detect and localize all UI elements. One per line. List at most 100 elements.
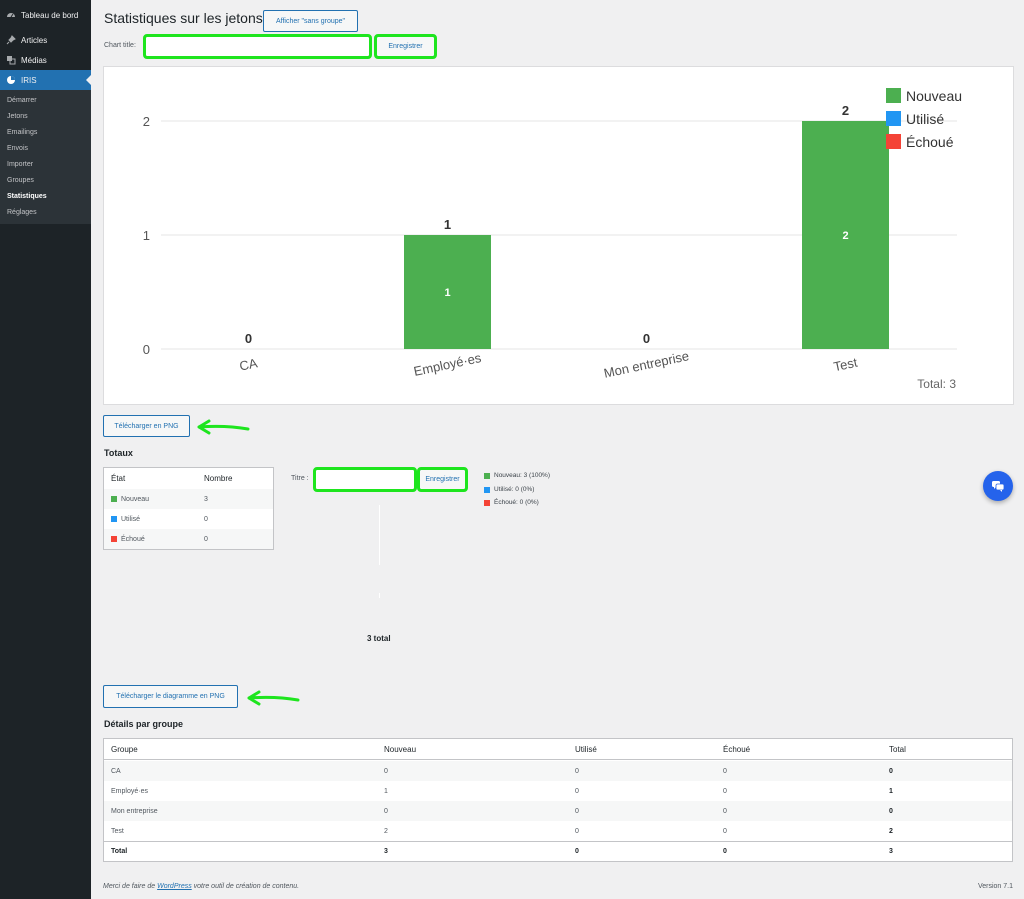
- submenu-item-jetons[interactable]: Jetons: [7, 113, 28, 120]
- col-utilise: Utilisé: [575, 744, 597, 754]
- cell: 1: [889, 787, 893, 795]
- row-count: 3: [204, 495, 208, 503]
- cell: 3: [889, 848, 893, 855]
- bar-inner-label: 2: [842, 230, 848, 242]
- chart-title-input[interactable]: [143, 34, 372, 59]
- bar-inner-label: 1: [444, 287, 450, 299]
- row-label: Échoué: [121, 535, 145, 543]
- bar-chart: 0 1 2 0 CA 1 1 Employé·es 0 Mon entreprise 2 2 Test N…: [143, 88, 962, 391]
- legend-label: Échoué: [906, 134, 954, 150]
- data-label: 0: [643, 331, 650, 346]
- submenu-item-emailings[interactable]: Emailings: [7, 129, 37, 136]
- table-row: Mon entreprise 0 0 0 0: [104, 801, 1012, 821]
- dashboard-icon: [6, 10, 16, 20]
- cell: Mon entreprise: [111, 807, 158, 815]
- table-row: Test 2 0 0 2: [104, 821, 1012, 841]
- donut-title-label: Titre :: [291, 475, 309, 482]
- menu-label: Médias: [21, 55, 47, 65]
- data-label: 2: [842, 103, 849, 118]
- cell: 3: [384, 848, 388, 855]
- show-ungrouped-button[interactable]: Afficher "sans groupe": [263, 10, 358, 32]
- table-row: Utilisé 0: [104, 509, 273, 529]
- row-count: 0: [204, 515, 208, 523]
- cell: 0: [723, 827, 727, 835]
- cell: Test: [111, 827, 124, 835]
- table-row: Employé·es 1 0 0 1: [104, 781, 1012, 801]
- donut-save-button[interactable]: Enregistrer: [417, 467, 468, 492]
- row-label: Utilisé: [121, 515, 141, 523]
- cell: CA: [111, 767, 121, 775]
- totaux-heading: Totaux: [104, 448, 133, 458]
- menu-label: Tableau de bord: [21, 10, 79, 20]
- cell: 0: [723, 787, 727, 795]
- submenu-item-reglages[interactable]: Réglages: [7, 209, 37, 216]
- legend-swatch: [886, 111, 901, 126]
- col-groupe: Groupe: [111, 744, 138, 754]
- swatch-utilise: [111, 516, 117, 522]
- y-tick-label: 2: [143, 114, 150, 129]
- cell: 0: [723, 848, 727, 855]
- cell: 0: [723, 767, 727, 775]
- download-png-button[interactable]: Télécharger en PNG: [103, 415, 190, 437]
- pie-chart-icon: [6, 75, 16, 85]
- submenu-item-demarrer[interactable]: Démarrer: [7, 97, 37, 104]
- chart-title-label: Chart title:: [104, 42, 136, 49]
- x-tick-label: Employé·es: [412, 350, 483, 379]
- wordpress-link[interactable]: WordPress: [157, 883, 192, 890]
- cell: Employé·es: [111, 787, 148, 795]
- chat-button[interactable]: [983, 471, 1013, 501]
- swatch-nouveau: [111, 496, 117, 502]
- row-count: 0: [204, 535, 208, 543]
- footer-thanks: Merci de faire de WordPress votre outil …: [103, 883, 300, 890]
- cell: Total: [111, 848, 128, 855]
- arrow-annotation: [247, 690, 300, 706]
- legend-label: Utilisé: [906, 111, 944, 127]
- legend-label: Nouveau: [906, 88, 962, 104]
- table-footer: Total 3 0 0 3: [104, 841, 1012, 861]
- donut-legend-echoue: Échoué: 0 (0%): [484, 499, 539, 506]
- cell: 0: [889, 807, 893, 815]
- data-label: 1: [444, 217, 451, 232]
- media-icon: [6, 55, 16, 65]
- submenu-item-groupes[interactable]: Groupes: [7, 177, 34, 184]
- submenu-item-envois[interactable]: Envois: [7, 145, 28, 152]
- submenu-item-statistiques[interactable]: Statistiques: [7, 193, 47, 200]
- donut-total: 3 total: [367, 634, 391, 643]
- cell: 0: [575, 827, 579, 835]
- donut-chart-tick: [379, 593, 380, 598]
- menu-item-dashboard[interactable]: Tableau de bord: [0, 5, 91, 25]
- cell: 0: [575, 767, 579, 775]
- table-row: CA 0 0 0 0: [104, 761, 1012, 781]
- donut-title-input[interactable]: [313, 467, 417, 492]
- donut-legend-nouveau: Nouveau: 3 (100%): [484, 472, 550, 479]
- x-tick-label: Test: [832, 355, 859, 375]
- download-diagram-button[interactable]: Télécharger le diagramme en PNG: [103, 685, 238, 708]
- menu-item-articles[interactable]: Articles: [0, 30, 91, 50]
- bar-chart-panel: 0 1 2 0 CA 1 1 Employé·es 0 Mon entreprise 2 2 Test N…: [103, 66, 1014, 405]
- menu-item-medias[interactable]: Médias: [0, 50, 91, 70]
- submenu-item-importer[interactable]: Importer: [7, 161, 33, 168]
- cell: 0: [384, 807, 388, 815]
- footer-version: Version 7.1: [977, 883, 1013, 890]
- arrow-annotation: [197, 419, 250, 435]
- cell: 2: [384, 827, 388, 835]
- table-row: Échoué 0: [104, 529, 273, 549]
- cell: 0: [575, 848, 579, 855]
- col-count: Nombre: [204, 473, 233, 483]
- cell: 1: [384, 787, 388, 795]
- legend-swatch: [886, 88, 901, 103]
- iris-submenu: Démarrer Jetons Emailings Envois Importe…: [0, 90, 91, 224]
- pin-icon: [6, 35, 16, 45]
- chart-save-button[interactable]: Enregistrer: [374, 34, 437, 59]
- donut-chart-line: [379, 505, 380, 565]
- x-tick-label: CA: [238, 355, 259, 373]
- cell: 0: [575, 807, 579, 815]
- cell: 0: [384, 767, 388, 775]
- page-title: Statistiques sur les jetons: [104, 10, 263, 26]
- data-label: 0: [245, 331, 252, 346]
- menu-item-iris[interactable]: IRIS: [0, 70, 91, 90]
- col-total: Total: [889, 744, 906, 754]
- menu-label: Articles: [21, 35, 48, 45]
- col-echoue: Échoué: [723, 744, 751, 754]
- table-header: État Nombre: [104, 468, 273, 488]
